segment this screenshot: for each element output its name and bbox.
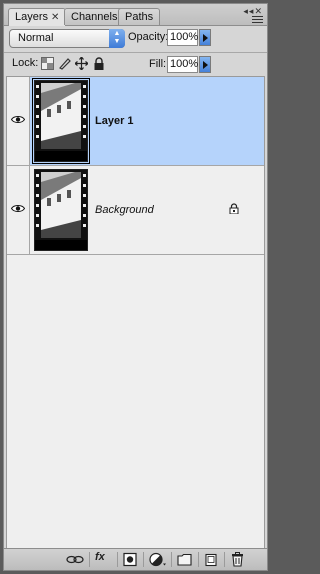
tab-paths[interactable]: Paths [118,8,161,25]
visibility-cell[interactable] [7,77,30,165]
layers-list: Layer 1 Background [6,76,265,550]
link-layers-icon[interactable] [66,552,84,567]
panel-menu-icon[interactable] [252,16,263,24]
eye-icon[interactable] [11,204,25,213]
lock-transparent-pixels-icon[interactable] [41,57,54,70]
fill-slider-button[interactable] [199,56,211,73]
lock-icon [229,203,239,214]
divider [171,552,172,567]
layer-name[interactable]: Background [95,204,154,216]
close-panel-icon[interactable]: ✕ [254,6,263,16]
layer-row[interactable]: Background [7,166,264,255]
adjustment-layer-icon[interactable] [149,552,167,567]
divider [89,552,90,567]
layer-row[interactable]: Layer 1 [7,77,264,166]
divider [143,552,144,567]
tab-strip: Layers ✕ Channels Paths ◂◂✕ [4,4,267,26]
fill-input[interactable]: 100% [167,56,198,73]
tab-layers-label: Layers [15,11,49,23]
layer-style-fx-button[interactable]: fx [95,551,105,566]
delete-layer-trash-icon[interactable] [231,552,244,567]
minimize-icon[interactable]: ◂◂ [243,6,254,16]
blend-mode-select[interactable]: Normal ▲ ▼ [9,29,125,48]
layer-thumbnail[interactable] [32,78,90,164]
new-layer-icon[interactable] [204,552,218,567]
blend-mode-value: Normal [18,32,54,44]
eye-icon[interactable] [11,115,25,124]
visibility-cell[interactable] [7,166,30,254]
tab-channels-label: Channels [71,11,118,23]
add-mask-icon[interactable] [123,552,137,567]
tab-paths-label: Paths [125,11,154,23]
divider [198,552,199,567]
lock-position-icon[interactable] [74,56,89,71]
opacity-input[interactable]: 100% [167,29,198,46]
layers-panel: Layers ✕ Channels Paths ◂◂✕ Normal ▲ ▼ Opa… [3,3,268,571]
divider [224,552,225,567]
layers-footer-toolbar: fx [4,548,267,570]
new-group-folder-icon[interactable] [177,552,192,567]
close-icon[interactable]: ✕ [51,12,59,23]
select-arrows-icon: ▲ ▼ [109,29,125,48]
lock-image-pixels-icon[interactable] [58,57,71,70]
opacity-label: Opacity: [128,31,169,43]
lock-label: Lock: [12,57,39,69]
layer-thumbnail[interactable] [34,169,88,251]
opacity-slider-button[interactable] [199,29,211,46]
lock-all-icon[interactable] [92,57,105,70]
layer-name[interactable]: Layer 1 [95,115,134,127]
tab-channels[interactable]: Channels [64,8,125,25]
tab-layers[interactable]: Layers ✕ [8,8,67,26]
divider [4,52,267,53]
fill-label: Fill: [149,58,167,70]
divider [117,552,118,567]
